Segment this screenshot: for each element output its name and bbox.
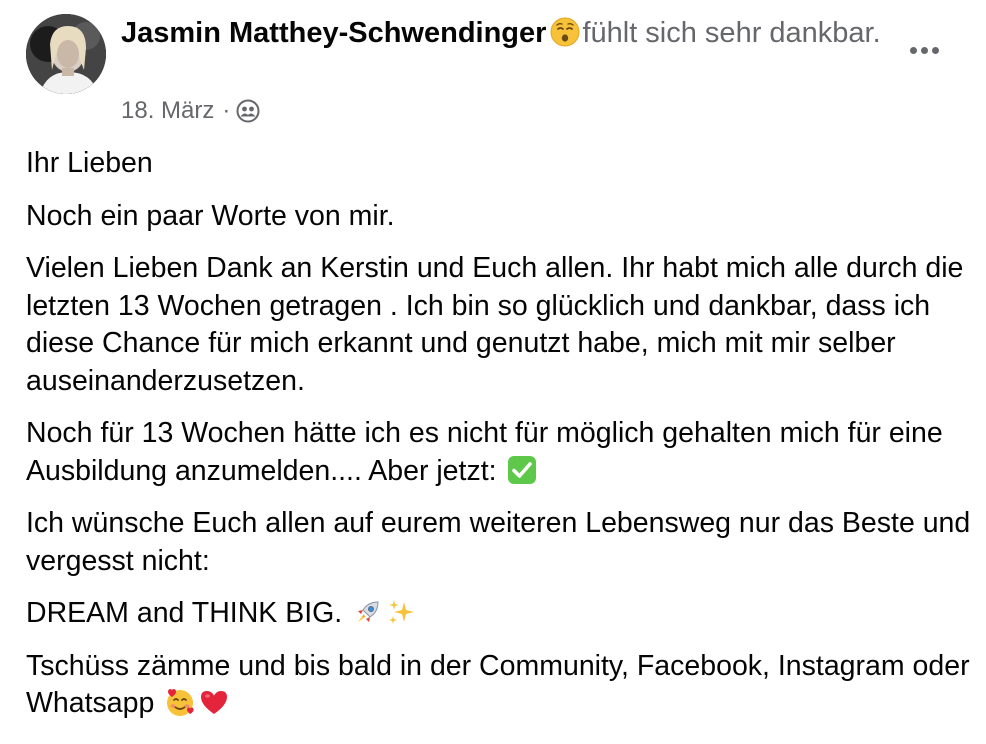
post-paragraph: Noch für 13 Wochen hätte ich es nicht fü… (26, 415, 971, 490)
author-name[interactable]: Jasmin Matthey-Schwendinger (121, 17, 546, 49)
paragraph-text: Ihr Lieben (26, 147, 153, 179)
post-paragraph: Vielen Lieben Dank an Kerstin und Euch a… (26, 250, 971, 400)
smiling-face-with-hearts-emoji-icon (167, 689, 194, 716)
paragraph-text: Noch für 13 Wochen hätte ich es nicht fü… (26, 417, 943, 487)
dot (931, 46, 939, 54)
post-header: Jasmin Matthey-Schwendinger fühlt sich s… (121, 14, 881, 52)
paragraph-text: Vielen Lieben Dank an Kerstin und Euch a… (26, 252, 964, 397)
post-paragraph: Noch ein paar Worte von mir. (26, 198, 971, 236)
post-paragraph: Ich wünsche Euch allen auf eurem weitere… (26, 505, 971, 580)
post-date[interactable]: 18. März (121, 94, 214, 128)
feeling-text: fühlt sich sehr dankbar. (582, 17, 881, 49)
post-body: Ihr Lieben Noch ein paar Worte von mir. … (26, 145, 971, 738)
dot (920, 46, 928, 54)
check-mark-emoji-icon (508, 455, 537, 484)
post-paragraph: Tschüss zämme und bis bald in der Commun… (26, 648, 971, 723)
author-avatar[interactable] (26, 14, 106, 94)
red-heart-emoji-icon (201, 691, 228, 714)
relieved-face-emoji-icon (550, 17, 580, 47)
rocket-emoji-icon (358, 601, 379, 622)
more-options-icon[interactable] (900, 34, 948, 66)
meta-separator: · (222, 97, 231, 124)
paragraph-text: DREAM and THINK BIG. (26, 597, 343, 629)
avatar-photo (26, 14, 106, 94)
friends-audience-icon[interactable] (236, 99, 260, 123)
facebook-post: Jasmin Matthey-Schwendinger fühlt sich s… (0, 0, 986, 744)
dot (909, 46, 917, 54)
post-paragraph: Ihr Lieben (26, 145, 971, 183)
sparkles-emoji-icon (389, 600, 415, 624)
post-meta: 18. März · (121, 94, 260, 128)
paragraph-text: Ich wünsche Euch allen auf eurem weitere… (26, 507, 971, 577)
paragraph-text: Noch ein paar Worte von mir. (26, 199, 395, 232)
post-paragraph: DREAM and THINK BIG. (26, 595, 971, 633)
